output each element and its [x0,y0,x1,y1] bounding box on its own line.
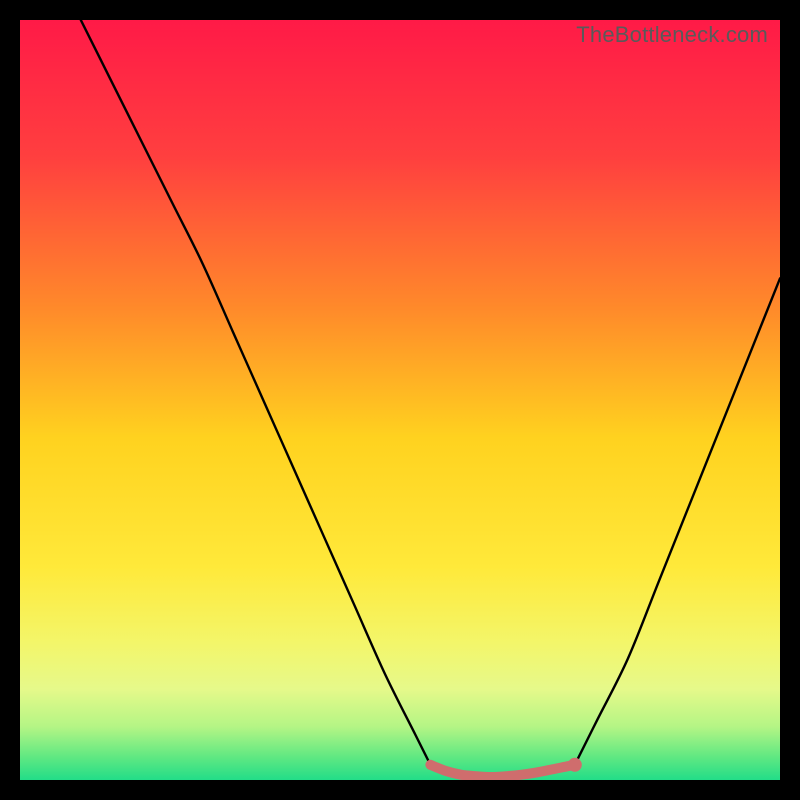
plot-area: TheBottleneck.com [20,20,780,780]
curves-layer [20,20,780,780]
chart-stage: TheBottleneck.com [0,0,800,800]
highlight-endpoint [568,758,582,772]
curve-left [81,20,431,765]
highlight-flat [430,765,574,777]
watermark-text: TheBottleneck.com [576,22,768,48]
curve-right [575,278,780,764]
